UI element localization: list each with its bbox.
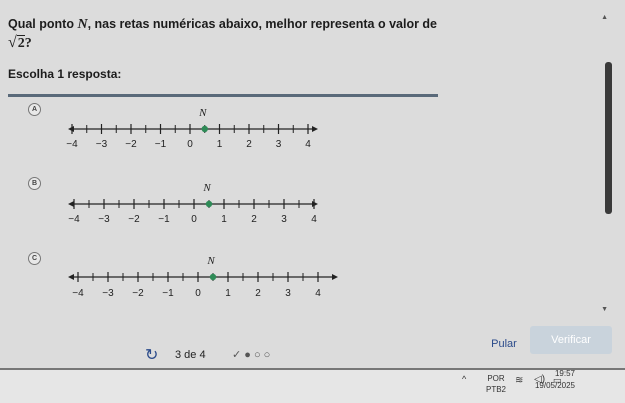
tick-label: 0 xyxy=(195,288,201,299)
skip-button[interactable]: Pular xyxy=(479,335,529,353)
question-text: Qual ponto N, nas retas numéricas abaixo… xyxy=(8,14,588,35)
tick-label: 4 xyxy=(305,139,311,150)
left-arrow xyxy=(68,201,74,207)
answer-option-b[interactable]: B −4 −3 −2 −1 0 1 2 3 4 N xyxy=(28,177,358,245)
keyboard-layout: PTB2 xyxy=(486,385,507,394)
instruction-label: Escolha 1 resposta: xyxy=(8,67,122,81)
tick-label: −4 xyxy=(72,288,84,299)
tick-label: −4 xyxy=(68,214,80,225)
tick-label: −2 xyxy=(128,214,140,225)
tick-label: 1 xyxy=(221,214,227,225)
language-code: POR xyxy=(487,374,505,383)
number-line-b: −4 −3 −2 −1 0 1 2 3 4 N xyxy=(68,182,318,225)
tick-label: −1 xyxy=(162,288,174,299)
language-indicator[interactable]: POR PTB2 xyxy=(486,373,506,395)
scrollbar-thumb[interactable] xyxy=(605,62,612,214)
tick-label: 1 xyxy=(217,139,223,150)
sqrt-expression: √2? xyxy=(8,34,32,52)
answer-option-a[interactable]: A −4 −3 −2 −1 0 1 2 3 4 N xyxy=(28,103,358,171)
tick-label: 0 xyxy=(191,214,197,225)
point-label: N xyxy=(198,107,207,119)
clock-time: 19:57 xyxy=(554,369,575,378)
tick-label: 3 xyxy=(281,214,287,225)
question-counter: 3 de 4 xyxy=(175,349,206,361)
question-end: ? xyxy=(24,36,32,51)
undo-icon[interactable]: ↻ xyxy=(145,345,158,365)
progress-indicator: ✓ ● ○ ○ xyxy=(232,349,271,361)
tick-label: 3 xyxy=(285,288,291,299)
tick-label: 4 xyxy=(311,214,317,225)
tick-label: −2 xyxy=(132,288,144,299)
right-arrow xyxy=(312,126,318,132)
number-line-c: −4 −3 −2 −1 0 1 2 3 4 N xyxy=(68,255,338,299)
right-arrow xyxy=(312,201,318,207)
tick-label: −3 xyxy=(96,139,108,150)
tick-label: 2 xyxy=(255,288,261,299)
right-arrow xyxy=(332,274,338,280)
tick-label: −1 xyxy=(155,139,167,150)
wifi-icon[interactable]: ≋ xyxy=(515,375,523,386)
tick-label: −3 xyxy=(102,288,114,299)
tick-label: −1 xyxy=(158,214,170,225)
tick-label: 3 xyxy=(276,139,282,150)
left-arrow xyxy=(68,126,74,132)
question-prefix: Qual ponto xyxy=(8,17,78,31)
question-suffix: , nas retas numéricas abaixo, melhor rep… xyxy=(87,17,438,31)
tick-label: 1 xyxy=(225,288,231,299)
divider xyxy=(8,94,438,97)
answer-option-c[interactable]: C −4 −3 −2 −1 0 1 2 3 4 N xyxy=(28,252,358,320)
tick-label: −3 xyxy=(98,214,110,225)
point-label: N xyxy=(206,255,215,267)
tick-label: 2 xyxy=(251,214,257,225)
tick-label: −2 xyxy=(125,139,137,150)
chevron-up-icon[interactable]: ^ xyxy=(462,374,466,384)
sqrt-symbol: √ xyxy=(8,34,17,51)
taskbar xyxy=(0,370,625,403)
scroll-down-icon[interactable]: ▼ xyxy=(601,306,608,313)
point-n xyxy=(205,200,213,208)
radicand: 2 xyxy=(16,35,25,51)
question-variable: N xyxy=(77,17,88,32)
point-n xyxy=(209,273,217,281)
tick-label: 2 xyxy=(246,139,252,150)
point-n xyxy=(201,125,208,133)
clock-date: 19/05/2025 xyxy=(534,381,575,390)
tick-label: −4 xyxy=(66,139,78,150)
tick-label: 0 xyxy=(187,139,193,150)
tick-label: 4 xyxy=(315,288,321,299)
scroll-up-icon[interactable]: ▲ xyxy=(601,14,608,21)
check-button[interactable]: Verificar xyxy=(530,326,612,354)
number-line-a: −4 −3 −2 −1 0 1 2 3 4 N xyxy=(66,107,318,150)
point-label: N xyxy=(202,182,211,194)
left-arrow xyxy=(68,274,74,280)
